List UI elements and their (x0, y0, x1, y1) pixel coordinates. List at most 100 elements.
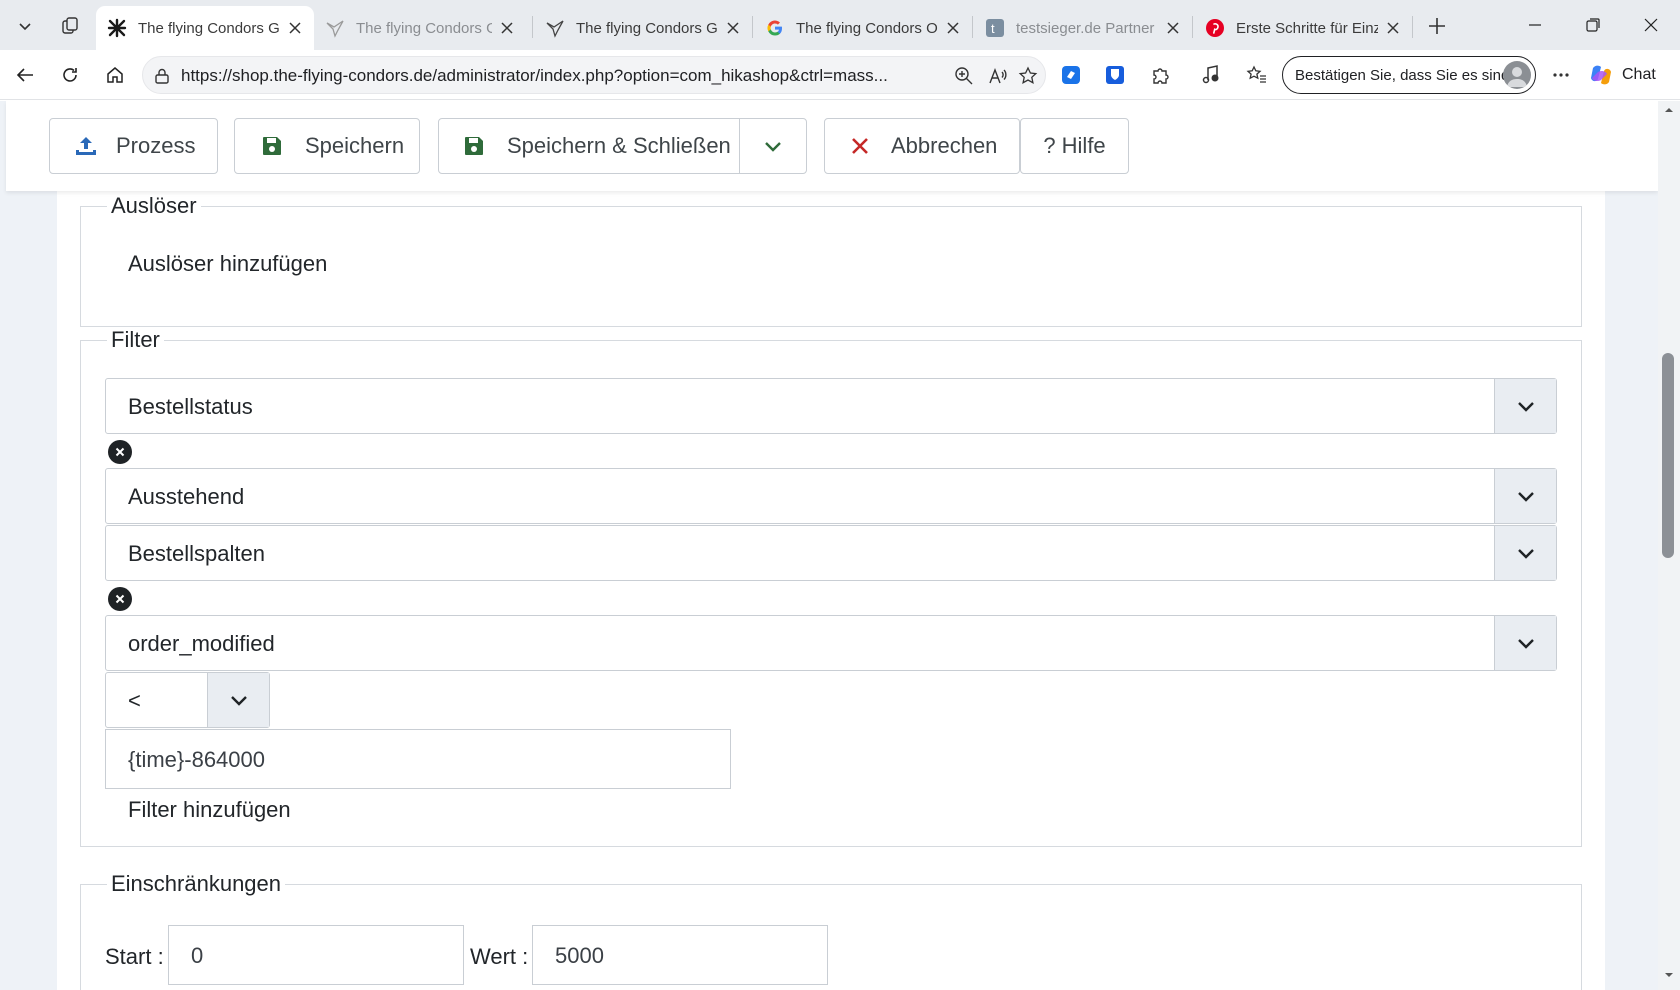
puzzle-icon (1153, 68, 1169, 84)
close-window-button[interactable] (1628, 8, 1674, 42)
close-icon[interactable] (1164, 19, 1182, 37)
tab-title: The flying Condors Gb (138, 19, 280, 37)
chevron-down-icon (1494, 526, 1556, 580)
close-icon[interactable] (724, 19, 742, 37)
tab-3[interactable]: The flying Condors Gb (534, 6, 752, 50)
tab-6[interactable]: Erste Schritte für Einze (1194, 6, 1412, 50)
save-button[interactable]: Speichern (234, 118, 420, 174)
save-options-dropdown[interactable] (739, 118, 807, 174)
trigger-legend: Auslöser (111, 193, 197, 218)
joomla-icon (106, 17, 128, 39)
chevron-down-icon (207, 673, 269, 727)
operator-select[interactable]: < (105, 672, 270, 728)
order-status-value: Ausstehend (128, 484, 245, 509)
pinterest-icon (1204, 17, 1226, 39)
filter-type-value: Bestellstatus (128, 394, 253, 419)
url-bar[interactable]: https://shop.the-flying-condors.de/admin… (142, 56, 1046, 94)
value-value: 5000 (555, 943, 604, 968)
zoom-icon[interactable] (951, 63, 977, 89)
tab-list-button[interactable] (8, 9, 42, 43)
plus-icon (1429, 18, 1445, 34)
help-button[interactable]: ? Hilfe (1020, 118, 1129, 174)
tab-title: The flying Condors On (796, 19, 938, 37)
workspaces-icon (62, 17, 78, 34)
chevron-down-icon (1494, 469, 1556, 523)
tab-5[interactable]: t testsieger.de Partner ( (974, 6, 1192, 50)
favorites-button[interactable] (1242, 60, 1272, 90)
process-label: Prozess (116, 133, 196, 158)
order-column-select[interactable]: order_modified (105, 615, 1557, 671)
shopping-tag-icon (1062, 66, 1080, 84)
more-dots-icon (1553, 73, 1569, 77)
media-button[interactable] (1196, 60, 1226, 90)
remove-filter-button[interactable] (108, 440, 132, 464)
filter-value-input[interactable]: {time}-864000 (105, 729, 731, 789)
close-icon (851, 137, 869, 155)
browser-address-bar: https://shop.the-flying-condors.de/admin… (0, 50, 1680, 100)
close-icon[interactable] (498, 19, 516, 37)
arrow-left-icon (16, 68, 33, 82)
start-value: 0 (191, 943, 204, 968)
tab-title: The flying Condors Gb (356, 19, 492, 37)
svg-text:t: t (991, 21, 995, 36)
profile-button[interactable]: Bestätigen Sie, dass Sie es sind (1282, 56, 1536, 94)
filter-type-select-1[interactable]: Bestellstatus (105, 378, 1557, 434)
help-label: ? Hilfe (1043, 133, 1106, 158)
testsieger-icon: t (984, 17, 1006, 39)
start-input[interactable]: 0 (168, 925, 464, 985)
operator-value: < (128, 688, 141, 713)
filter-type-select-2[interactable]: Bestellspalten (105, 525, 1557, 581)
action-toolbar: Prozess Speichern Speichern & Schließen … (6, 101, 1658, 191)
close-icon[interactable] (944, 19, 962, 37)
filter-type-value: Bestellspalten (128, 541, 265, 566)
scrollbar-thumb[interactable] (1662, 353, 1674, 558)
tab-title: Erste Schritte für Einze (1236, 19, 1378, 37)
extension-tag-button[interactable] (1056, 60, 1086, 90)
profile-label: Bestätigen Sie, dass Sie es sind (1295, 66, 1510, 84)
close-icon[interactable] (1384, 19, 1402, 37)
minimize-button[interactable] (1512, 8, 1558, 42)
bitwarden-button[interactable] (1100, 60, 1130, 90)
tab-4[interactable]: The flying Condors On (754, 6, 972, 50)
process-button[interactable]: Prozess (49, 118, 218, 174)
site-info-icon[interactable] (149, 63, 175, 89)
extensions-button[interactable] (1146, 60, 1176, 90)
tab-title: The flying Condors Gb (576, 19, 718, 37)
home-button[interactable] (98, 58, 132, 92)
order-status-select[interactable]: Ausstehend (105, 468, 1557, 524)
chevron-down-icon (762, 135, 784, 157)
save-close-button[interactable]: Speichern & Schließen (438, 118, 740, 174)
scroll-down-arrow-icon[interactable] (1658, 968, 1680, 982)
close-icon[interactable] (286, 19, 304, 37)
reload-button[interactable] (53, 58, 87, 92)
upload-icon (74, 134, 98, 158)
cancel-button[interactable]: Abbrechen (824, 118, 1020, 174)
chevron-down-icon (1494, 616, 1556, 670)
home-icon (107, 67, 123, 83)
add-trigger-link[interactable]: Auslöser hinzufügen (128, 251, 327, 277)
tab-active[interactable]: The flying Condors Gb (96, 6, 314, 50)
page-viewport: Auslöser Auslöser hinzufügen Filter Best… (0, 101, 1680, 990)
value-input[interactable]: 5000 (532, 925, 828, 985)
close-icon (115, 447, 125, 457)
copilot-chat-button[interactable]: Chat (1588, 58, 1672, 92)
add-filter-link[interactable]: Filter hinzufügen (128, 797, 291, 823)
google-icon (764, 17, 786, 39)
more-menu-button[interactable] (1546, 60, 1576, 90)
restore-button[interactable] (1570, 8, 1616, 42)
scroll-up-arrow-icon[interactable] (1658, 103, 1680, 117)
back-button[interactable] (8, 58, 42, 92)
favorite-star-icon[interactable] (1015, 63, 1041, 89)
remove-filter-button[interactable] (108, 587, 132, 611)
form-content: Auslöser Auslöser hinzufügen Filter Best… (57, 191, 1605, 990)
chevron-down-icon (19, 23, 31, 31)
minimize-icon (1529, 24, 1541, 26)
workspaces-button[interactable] (53, 9, 87, 43)
new-tab-button[interactable] (1420, 9, 1454, 43)
chat-label: Chat (1622, 66, 1656, 83)
reload-icon (63, 68, 77, 82)
value-label: Wert : (470, 944, 529, 969)
tab-2[interactable]: The flying Condors Gb (314, 6, 526, 50)
condor-icon (544, 17, 566, 39)
read-aloud-icon[interactable] (985, 63, 1011, 89)
